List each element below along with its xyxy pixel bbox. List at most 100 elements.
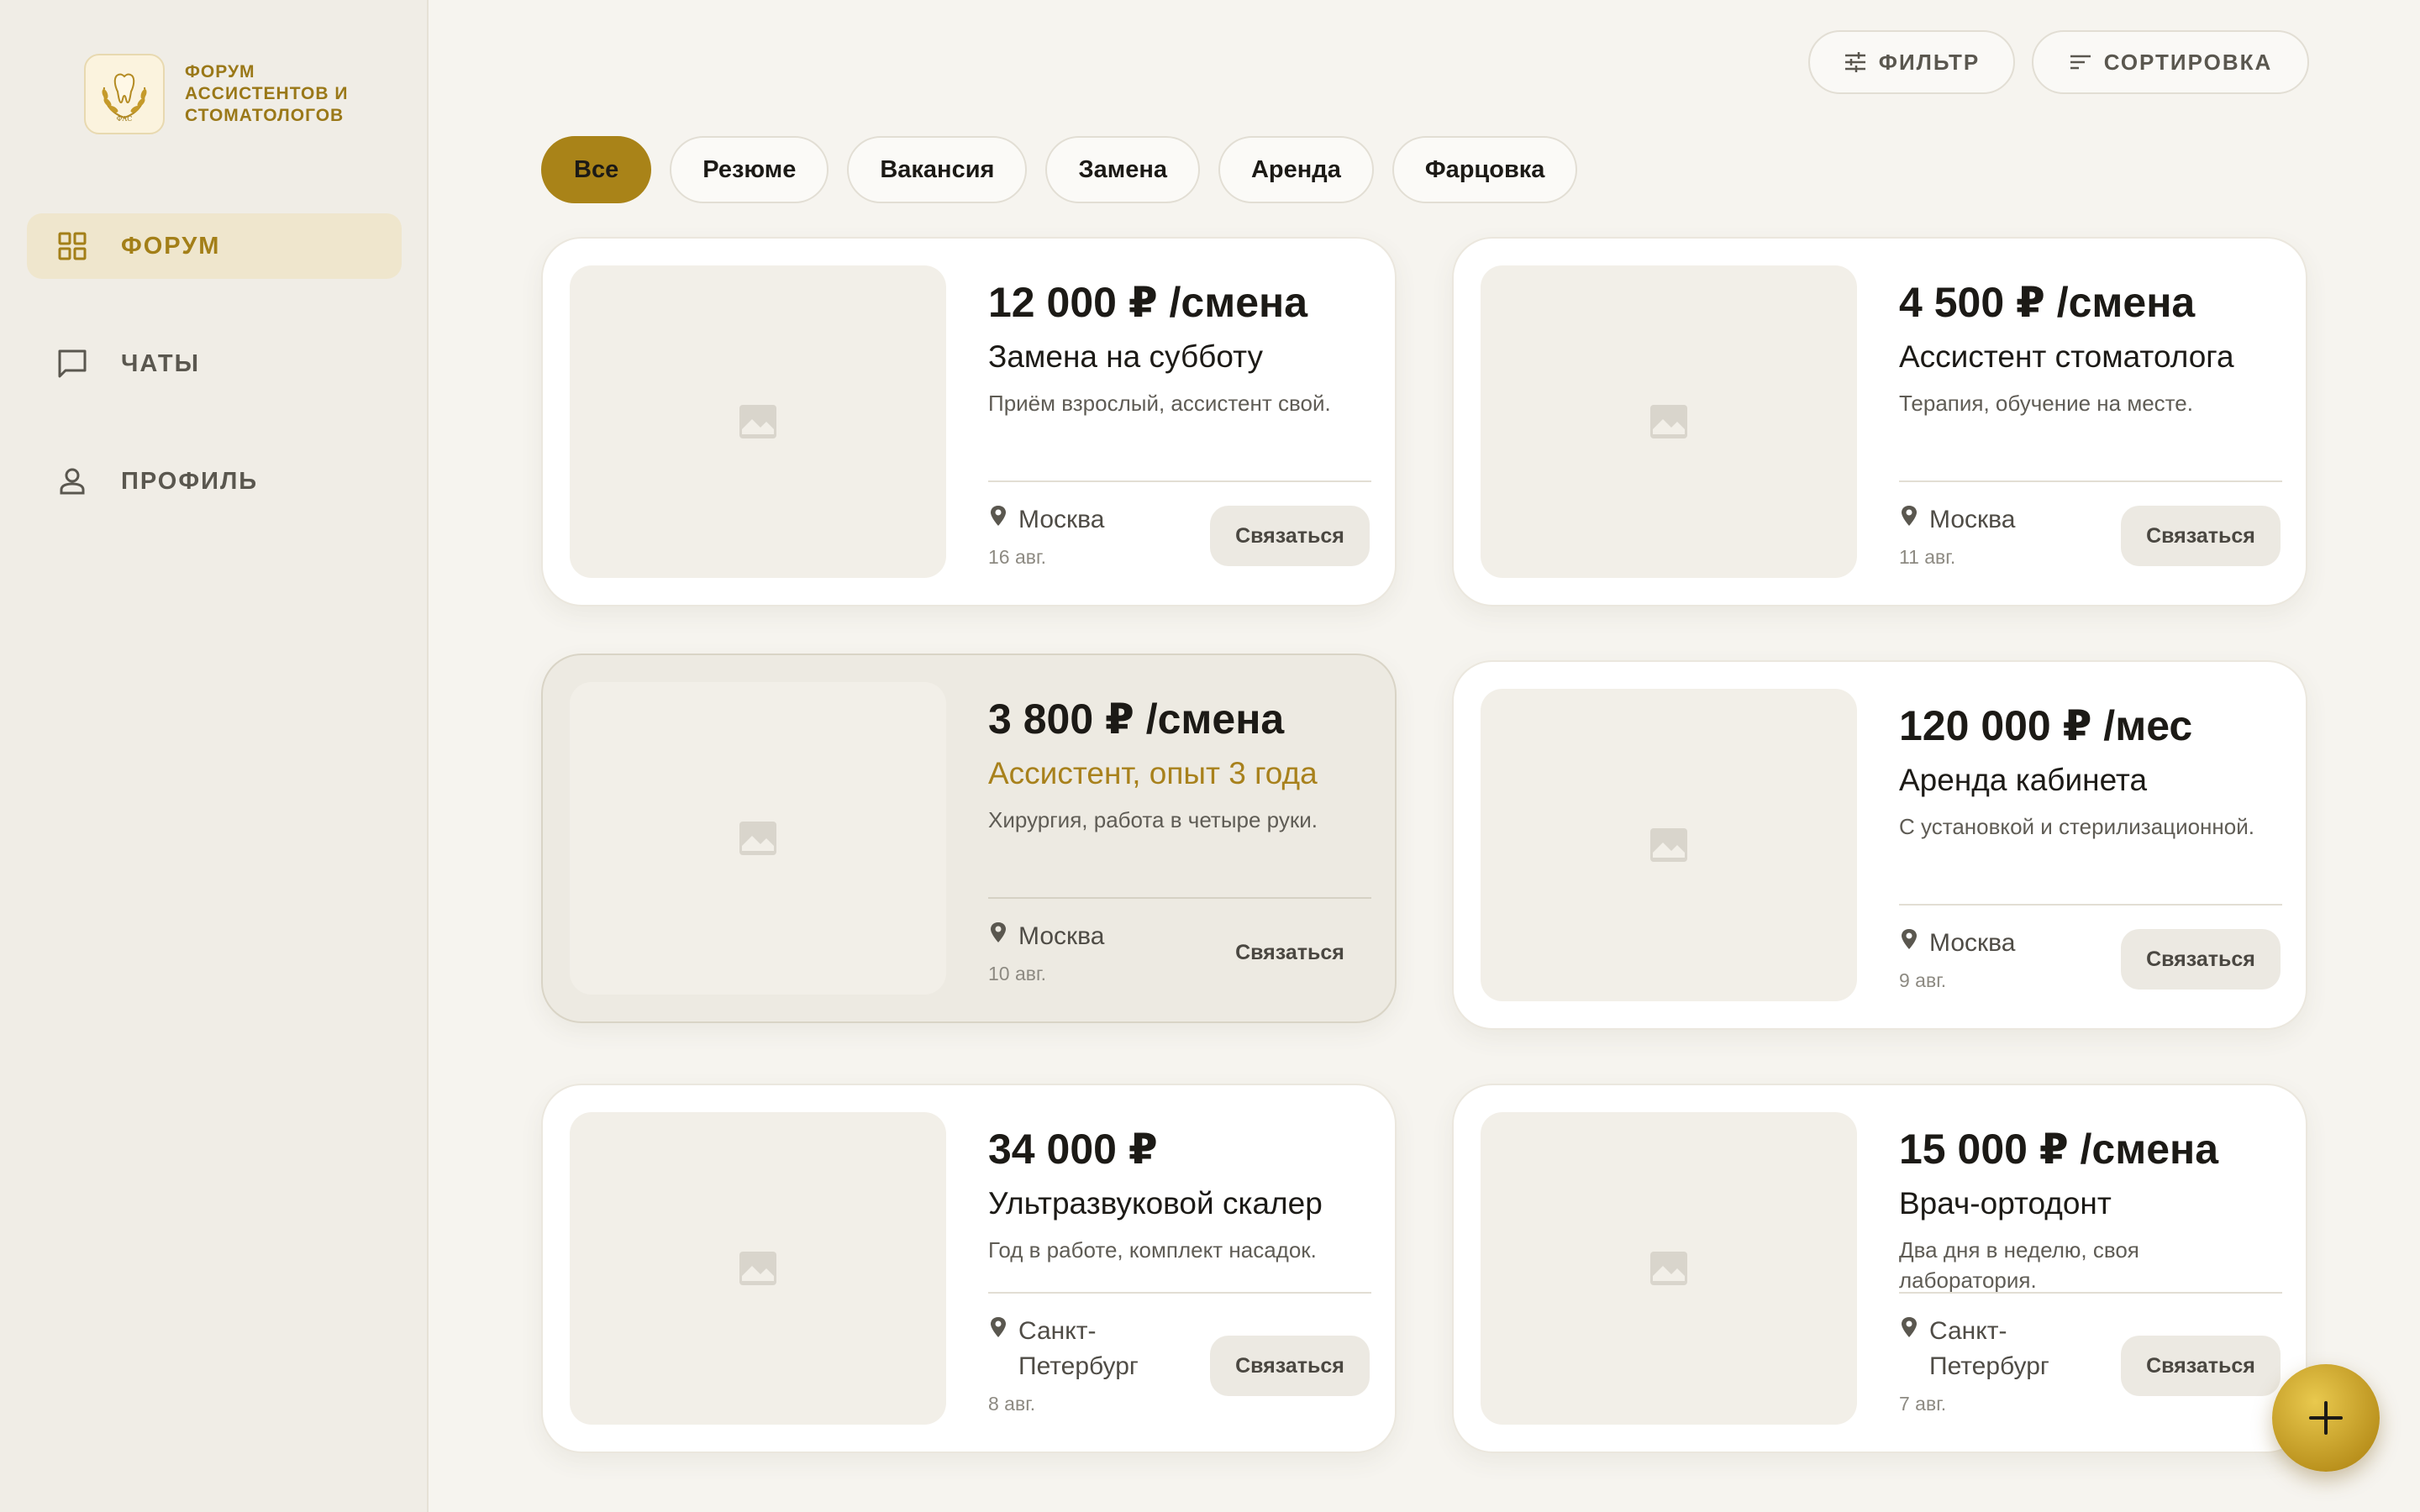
sidebar-item-profile[interactable]: ПРОФИЛЬ <box>27 449 402 514</box>
listing-price: 15 000 ₽ /смена <box>1899 1126 2219 1173</box>
sidebar-item-chats[interactable]: ЧАТЫ <box>27 331 402 396</box>
listing-description: С установкой и стерилизационной. <box>1899 814 2254 839</box>
svg-text:ФАС: ФАС <box>117 115 133 123</box>
image-placeholder-icon <box>739 822 776 855</box>
logo-line: СТОМАТОЛОГОВ <box>185 106 345 125</box>
image-placeholder-icon <box>1650 828 1687 862</box>
chip-vacancy[interactable]: Вакансия <box>847 136 1028 203</box>
listing-title: Ультразвуковой скалер <box>988 1186 1323 1221</box>
tooth-logo-icon: ФАС <box>84 54 165 134</box>
listing-title: Врач-ортодонт <box>1899 1186 2112 1221</box>
listing-city: Санкт-Петербург <box>1929 1317 2049 1380</box>
listing-info: 34 000 ₽ Ультразвуковой скалер Год в раб… <box>988 1124 1371 1265</box>
listing-date: 8 авг. <box>988 1393 1036 1415</box>
divider <box>988 897 1371 899</box>
user-icon <box>55 465 89 498</box>
location-pin-icon <box>1902 929 1917 949</box>
listing-title: Аренда кабинета <box>1899 763 2148 797</box>
filter-label: ФИЛЬТР <box>1878 49 1981 75</box>
location-pin-icon <box>991 506 1006 526</box>
image-placeholder-icon <box>739 405 776 438</box>
image-placeholder-icon <box>1650 405 1687 438</box>
listing-city: Москва <box>1929 506 2016 533</box>
listing-location: Москва <box>988 502 1170 538</box>
listing-date: 9 авг. <box>1899 969 1947 991</box>
listing-title: Ассистент, опыт 3 года <box>988 756 1318 790</box>
grid-icon <box>55 229 89 263</box>
listing-price: 12 000 ₽ /смена <box>988 279 1308 326</box>
divider <box>1899 904 2282 906</box>
contact-button[interactable]: Связаться <box>2121 1336 2281 1396</box>
listing-location: Москва <box>1899 926 2081 961</box>
listing-image-placeholder <box>1481 265 1857 578</box>
listing-image-placeholder <box>570 265 946 578</box>
contact-button[interactable]: Связаться <box>2121 929 2281 990</box>
listing-info: 15 000 ₽ /смена Врач-ортодонт Два дня в … <box>1899 1124 2282 1295</box>
category-chips: Все Резюме Вакансия Замена Аренда Фарцов… <box>541 136 1596 203</box>
sidebar-item-label: ФОРУМ <box>121 232 221 260</box>
sort-button[interactable]: СОРТИРОВКА <box>2032 30 2309 94</box>
listing-info: 3 800 ₽ /смена Ассистент, опыт 3 года Хи… <box>988 694 1371 835</box>
contact-button[interactable]: Связаться <box>1210 922 1370 983</box>
listing-image-placeholder <box>1481 689 1857 1001</box>
image-placeholder-icon <box>1650 1252 1687 1285</box>
chip-resale[interactable]: Фарцовка <box>1392 136 1578 203</box>
image-placeholder-icon <box>739 1252 776 1285</box>
listing-price: 34 000 ₽ <box>988 1126 1158 1173</box>
sort-icon <box>2070 55 2091 70</box>
chip-rent[interactable]: Аренда <box>1218 136 1374 203</box>
listing-price: 3 800 ₽ /смена <box>988 696 1285 743</box>
listing-card[interactable]: 3 800 ₽ /смена Ассистент, опыт 3 года Хи… <box>541 654 1397 1023</box>
chat-icon <box>55 347 89 381</box>
listing-date: 11 авг. <box>1899 546 1956 568</box>
listing-image-placeholder <box>570 1112 946 1425</box>
listing-info: 120 000 ₽ /мес Аренда кабинета С установ… <box>1899 701 2282 842</box>
location-pin-icon <box>1902 506 1917 526</box>
add-listing-button[interactable] <box>2272 1364 2380 1472</box>
listing-location: Санкт-Петербург <box>988 1314 1170 1384</box>
listing-card[interactable]: 34 000 ₽ Ультразвуковой скалер Год в раб… <box>541 1084 1397 1453</box>
contact-button[interactable]: Связаться <box>1210 506 1370 566</box>
sidebar-item-forum[interactable]: ФОРУМ <box>27 213 402 279</box>
plus-icon <box>2309 1401 2343 1435</box>
listing-description: Год в работе, комплект насадок. <box>988 1237 1317 1263</box>
listing-location: Москва <box>988 919 1170 954</box>
listing-price: 4 500 ₽ /смена <box>1899 279 2196 326</box>
divider <box>1899 480 2282 482</box>
listing-date: 10 авг. <box>988 963 1046 984</box>
sidebar-nav: ФОРУМ ЧАТЫ ПРОФИЛЬ <box>27 213 402 566</box>
contact-button[interactable]: Связаться <box>1210 1336 1370 1396</box>
sidebar: ФАС ФОРУМ АССИСТЕНТОВ И СТОМАТОЛОГОВ ФОР… <box>0 0 429 1512</box>
listing-info: 4 500 ₽ /смена Ассистент стоматолога Тер… <box>1899 277 2282 418</box>
contact-button[interactable]: Связаться <box>2121 506 2281 566</box>
listing-card[interactable]: 4 500 ₽ /смена Ассистент стоматолога Тер… <box>1452 237 2307 606</box>
divider <box>1899 1292 2282 1294</box>
listing-card[interactable]: 15 000 ₽ /смена Врач-ортодонт Два дня в … <box>1452 1084 2307 1453</box>
location-pin-icon <box>991 922 1006 942</box>
divider <box>988 480 1371 482</box>
chip-replacement[interactable]: Замена <box>1045 136 1200 203</box>
filter-button[interactable]: ФИЛЬТР <box>1808 30 2015 94</box>
chip-all[interactable]: Все <box>541 136 652 203</box>
listing-card[interactable]: 12 000 ₽ /смена Замена на субботу Приём … <box>541 237 1397 606</box>
location-pin-icon <box>1902 1317 1917 1337</box>
listing-description: Два дня в неделю, своя лаборатория. <box>1899 1237 2139 1293</box>
listing-location: Санкт-Петербург <box>1899 1314 2081 1384</box>
listing-date: 7 авг. <box>1899 1393 1947 1415</box>
divider <box>988 1292 1371 1294</box>
listing-image-placeholder <box>1481 1112 1857 1425</box>
chip-resume[interactable]: Резюме <box>670 136 829 203</box>
listing-location: Москва <box>1899 502 2081 538</box>
listing-image-placeholder <box>570 682 946 995</box>
listing-date: 16 авг. <box>988 546 1046 568</box>
listing-description: Приём взрослый, ассистент свой. <box>988 391 1331 416</box>
listing-description: Хирургия, работа в четыре руки. <box>988 807 1318 832</box>
logo-line: АССИСТЕНТОВ И <box>185 84 349 103</box>
sort-label: СОРТИРОВКА <box>2103 49 2273 75</box>
logo-title: ФОРУМ АССИСТЕНТОВ И СТОМАТОЛОГОВ <box>185 61 348 127</box>
listing-city: Санкт-Петербург <box>1018 1317 1139 1380</box>
listing-info: 12 000 ₽ /смена Замена на субботу Приём … <box>988 277 1371 418</box>
listing-city: Москва <box>1018 922 1105 950</box>
listing-card[interactable]: 120 000 ₽ /мес Аренда кабинета С установ… <box>1452 660 2307 1030</box>
listing-title: Ассистент стоматолога <box>1899 339 2234 374</box>
